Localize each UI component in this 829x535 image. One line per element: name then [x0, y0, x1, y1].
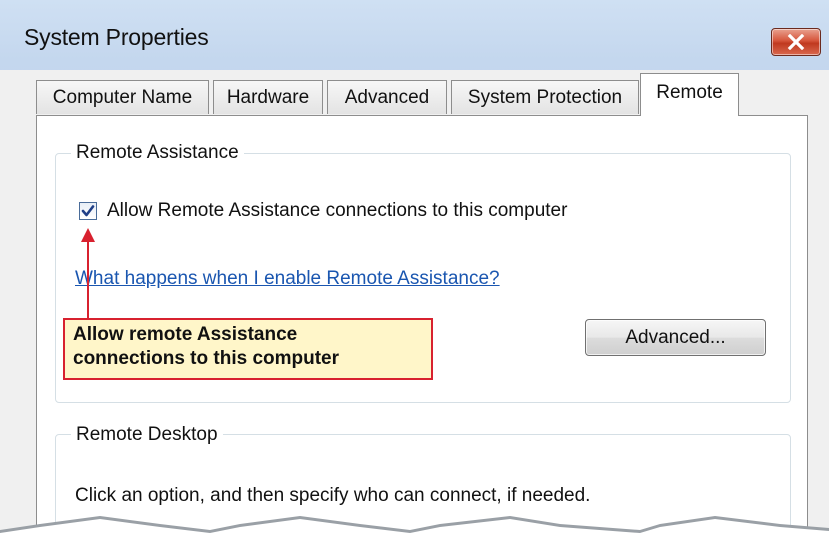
callout-line-1: Allow remote Assistance — [73, 324, 298, 345]
tab-system-protection[interactable]: System Protection — [451, 80, 639, 114]
advanced-button-label: Advanced... — [625, 326, 726, 348]
tab-label: System Protection — [467, 86, 623, 108]
remote-assistance-help-link[interactable]: What happens when I enable Remote Assist… — [75, 268, 500, 290]
window-title: System Properties — [24, 24, 209, 50]
remote-desktop-group-title: Remote Desktop — [71, 424, 223, 446]
remote-assistance-group-title: Remote Assistance — [71, 142, 244, 164]
tab-advanced[interactable]: Advanced — [327, 80, 447, 114]
tab-label: Computer Name — [52, 86, 193, 108]
tab-label: Remote — [656, 82, 723, 103]
advanced-button[interactable]: Advanced... — [585, 319, 766, 356]
tab-label: Advanced — [344, 86, 430, 108]
close-button[interactable] — [771, 28, 821, 56]
system-properties-window: System Properties Computer Name Hardware… — [0, 0, 829, 535]
callout-line-2: connections to this computer — [73, 348, 340, 369]
annotation-callout: Allow remote Assistance connections to t… — [63, 318, 433, 380]
tab-remote[interactable]: Remote — [640, 73, 739, 116]
checkmark-icon — [81, 205, 95, 217]
callout-arrow-line — [87, 240, 89, 320]
close-icon — [787, 34, 805, 50]
torn-edge-decoration — [0, 516, 829, 535]
tab-hardware[interactable]: Hardware — [213, 80, 323, 114]
tab-label: Hardware — [226, 86, 310, 108]
allow-remote-assistance-checkbox[interactable] — [79, 202, 97, 220]
allow-remote-assistance-label[interactable]: Allow Remote Assistance connections to t… — [107, 200, 567, 222]
remote-desktop-instruction: Click an option, and then specify who ca… — [75, 485, 591, 506]
tab-computer-name[interactable]: Computer Name — [36, 80, 209, 114]
